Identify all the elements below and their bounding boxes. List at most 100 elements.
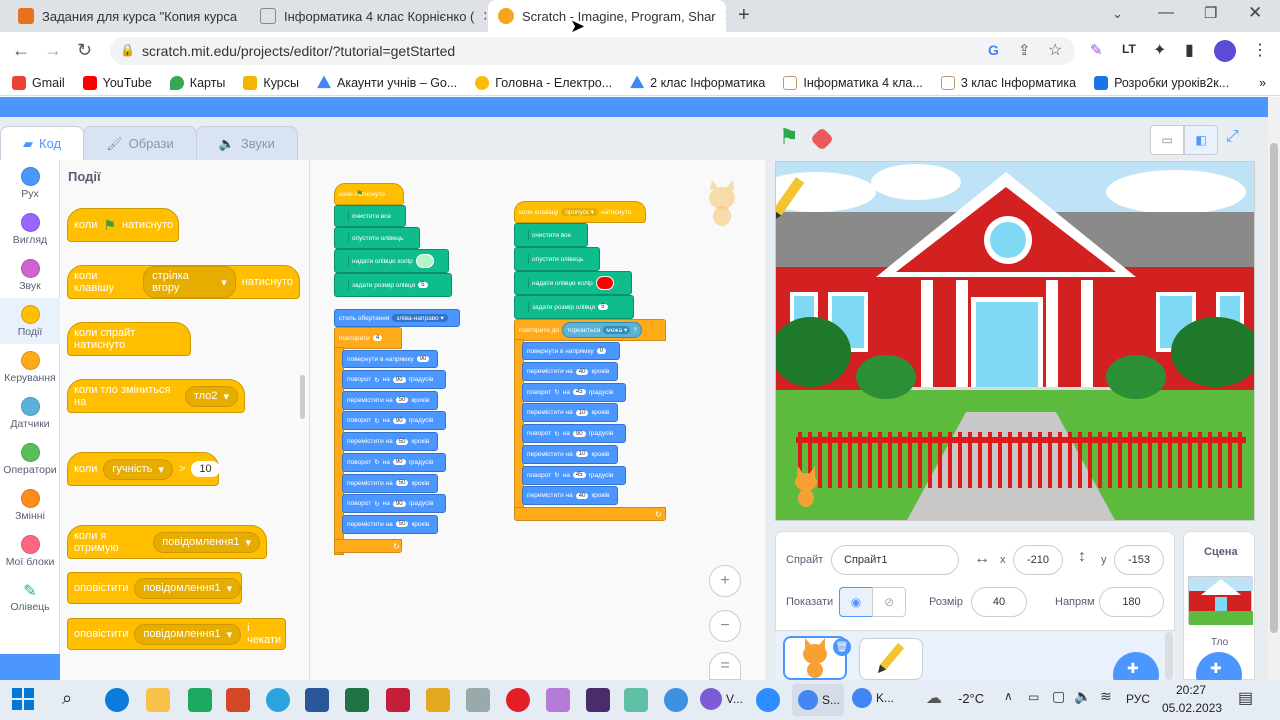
paint-icon[interactable] bbox=[546, 688, 570, 712]
tray-chevron-icon[interactable]: ∧ bbox=[1004, 689, 1013, 703]
step-value-input[interactable]: 90 bbox=[392, 376, 406, 383]
block-turn[interactable]: поворот ↻ на 90 градусів bbox=[342, 411, 446, 431]
loudness-dropdown[interactable]: гучність ▾ bbox=[103, 458, 173, 480]
notifications-icon[interactable]: ▤ bbox=[1238, 688, 1253, 708]
tab-code[interactable]: ▰ Код bbox=[0, 126, 85, 160]
powerpoint-icon[interactable] bbox=[226, 688, 250, 712]
block-turn[interactable]: поворот ↻ на 90 градусів bbox=[342, 370, 446, 389]
block-broadcast[interactable]: оповістити повідомлення1 ▾ bbox=[67, 572, 242, 604]
file-explorer-icon[interactable] bbox=[146, 688, 170, 712]
pen-extension-icon[interactable]: ✎ bbox=[1090, 41, 1103, 59]
step-value-input[interactable]: 90 bbox=[392, 500, 406, 507]
large-stage-button[interactable]: ◧ bbox=[1184, 125, 1218, 155]
block-turn[interactable]: поворот ↻ на 90 градусів bbox=[342, 452, 446, 472]
step-value-input[interactable]: 45 bbox=[572, 389, 586, 396]
step-value-input[interactable]: 90 bbox=[392, 459, 406, 466]
tab-sounds[interactable]: 🔈 Звуки bbox=[195, 126, 298, 160]
message-dropdown[interactable]: повідомлення1 ▾ bbox=[153, 531, 260, 553]
block-clear[interactable]: очистити все bbox=[334, 205, 406, 227]
category-sensing[interactable]: Датчики bbox=[0, 390, 60, 436]
message-dropdown[interactable]: повідомлення1 ▾ bbox=[134, 623, 242, 645]
sova-app-icon[interactable] bbox=[664, 688, 688, 712]
add-extension-button[interactable] bbox=[0, 654, 60, 680]
step-value-input[interactable]: 50 bbox=[395, 521, 409, 528]
bookmark-informatics4[interactable]: Інформатика 4 кла... bbox=[783, 75, 923, 90]
tab-costumes[interactable]: 🖌 Образи bbox=[83, 126, 197, 160]
media-app-icon[interactable] bbox=[586, 688, 610, 712]
step-value-input[interactable]: 40 bbox=[575, 492, 589, 499]
block-repeat[interactable]: повторити 4 bbox=[334, 327, 402, 349]
block-move[interactable]: перемістити на 50 кроків bbox=[342, 473, 438, 493]
access-icon[interactable] bbox=[386, 688, 410, 712]
reload-icon[interactable]: ↻ bbox=[77, 40, 92, 61]
block-set-pen-size[interactable]: задати розмір олівця 5 bbox=[334, 273, 452, 297]
bookmark-class3[interactable]: 3 клас Інформатика bbox=[940, 75, 1076, 90]
block-set-pen-size[interactable]: задати розмір олівця 5 bbox=[514, 295, 634, 319]
category-operators[interactable]: Оператори bbox=[0, 436, 60, 482]
bookmark-accounts[interactable]: Акаунти учнів – Go... bbox=[316, 75, 457, 90]
step-value-input[interactable]: 10 bbox=[575, 409, 589, 416]
threshold-input[interactable]: 10 bbox=[191, 461, 220, 477]
restore-icon[interactable]: ❐ bbox=[1204, 4, 1217, 22]
block-broadcast-and-wait[interactable]: оповістити повідомлення1 ▾ і чекати bbox=[67, 618, 286, 650]
step-value-input[interactable]: 90 bbox=[572, 430, 586, 437]
block-when-key-pressed[interactable]: коли клавішу стрілка вгору ▾ натиснуто bbox=[67, 265, 300, 299]
block-when-flag-clicked[interactable]: коли ⚑ натиснуто bbox=[67, 208, 179, 242]
block-point-in-direction[interactable]: повернути в напрямку 90 bbox=[342, 350, 438, 368]
zoom-out-button[interactable]: − bbox=[709, 610, 741, 642]
step-value-input[interactable]: 10 bbox=[575, 451, 589, 458]
control-panel-icon[interactable] bbox=[426, 688, 450, 712]
bookmark-gmail[interactable]: Gmail bbox=[12, 75, 65, 90]
stage-selector[interactable]: Сцена Тло ✚ bbox=[1183, 531, 1255, 698]
backdrop-dropdown[interactable]: тло2 ▾ bbox=[184, 385, 238, 407]
fullscreen-icon[interactable]: ⤢ bbox=[1226, 128, 1239, 146]
block-when-sprite-clicked[interactable]: коли спрайт натиснуто bbox=[67, 322, 191, 356]
window-close-icon[interactable]: ✕ bbox=[1248, 3, 1262, 23]
stage-canvas[interactable] bbox=[775, 161, 1255, 521]
sprite-list-scrollbar[interactable] bbox=[1165, 632, 1173, 680]
side-panel-icon[interactable]: ▮ bbox=[1185, 40, 1194, 60]
block-set-pen-color[interactable]: надати олівцю колір bbox=[514, 271, 632, 295]
page-scrollbar[interactable] bbox=[1268, 97, 1280, 680]
block-set-rotation-style[interactable]: стиль обертання зліва-направо ▾ bbox=[334, 309, 460, 327]
chrome-menu-icon[interactable]: ⋮ bbox=[1252, 40, 1268, 60]
touch-target-dropdown[interactable]: межа ▾ bbox=[603, 326, 631, 334]
show-sprite-button[interactable]: ◉ bbox=[839, 587, 873, 617]
more-bookmarks-icon[interactable]: » bbox=[1259, 76, 1266, 90]
telegram-icon[interactable] bbox=[266, 688, 290, 712]
step-value-input[interactable]: 45 bbox=[572, 472, 586, 478]
hat-when-key-pressed[interactable]: коли клавішу пропуск ▾ натиснуто bbox=[514, 201, 646, 223]
tab-search-icon[interactable]: ⌄ bbox=[1112, 6, 1123, 22]
category-looks[interactable]: Вигляд bbox=[0, 206, 60, 252]
notepad-icon[interactable] bbox=[466, 688, 490, 712]
color-swatch-input[interactable] bbox=[595, 276, 614, 290]
extensions-puzzle-icon[interactable]: ✦ bbox=[1153, 40, 1166, 60]
touching-condition[interactable]: торкається межа ▾? bbox=[562, 322, 642, 338]
step-value-input[interactable]: 90 bbox=[392, 417, 406, 424]
clock-date[interactable]: 05.02.2023 bbox=[1162, 701, 1222, 715]
google-translate-icon[interactable]: G bbox=[988, 42, 999, 58]
small-stage-button[interactable]: ▭ bbox=[1150, 125, 1184, 155]
wifi-icon[interactable]: ≋ bbox=[1100, 688, 1112, 705]
step-value-input[interactable]: 40 bbox=[575, 368, 589, 375]
sprite-name-input[interactable]: Спрайт1 bbox=[831, 545, 959, 575]
block-when-loudness-greater[interactable]: коли гучність ▾ > 10 bbox=[67, 452, 220, 486]
category-control[interactable]: Керування bbox=[0, 344, 60, 390]
opera-icon[interactable] bbox=[506, 688, 530, 712]
bookmark-class2[interactable]: 2 клас Інформатика bbox=[630, 75, 765, 90]
taskbar-app-chrome-active[interactable]: S... bbox=[792, 684, 844, 716]
y-input[interactable]: -153 bbox=[1114, 545, 1164, 575]
cloud-weather-icon[interactable]: ☁ bbox=[926, 688, 942, 708]
message-dropdown[interactable]: повідомлення1 ▾ bbox=[134, 577, 242, 599]
browser-tab[interactable]: Інформатика 4 клас Корнієнко ( ✕ bbox=[250, 0, 486, 32]
block-point-in-direction[interactable]: повернути в напрямку 0 bbox=[522, 342, 620, 360]
hat-when-flag-clicked[interactable]: коли натиснуто ⚑ bbox=[334, 183, 404, 205]
key-dropdown[interactable]: стрілка вгору ▾ bbox=[143, 266, 236, 298]
block-when-backdrop-switches[interactable]: коли тло зміниться на тло2 ▾ bbox=[67, 379, 245, 413]
close-tab-icon[interactable]: ✕ bbox=[245, 8, 246, 25]
zoom-in-button[interactable]: + bbox=[709, 565, 741, 597]
clock-time[interactable]: 20:27 bbox=[1176, 683, 1206, 697]
close-tab-icon[interactable]: ✕ bbox=[482, 8, 486, 25]
volume-icon[interactable]: 🔈 bbox=[1074, 688, 1091, 705]
bookmark-lessons[interactable]: Розробки уроків2к... bbox=[1094, 75, 1229, 90]
